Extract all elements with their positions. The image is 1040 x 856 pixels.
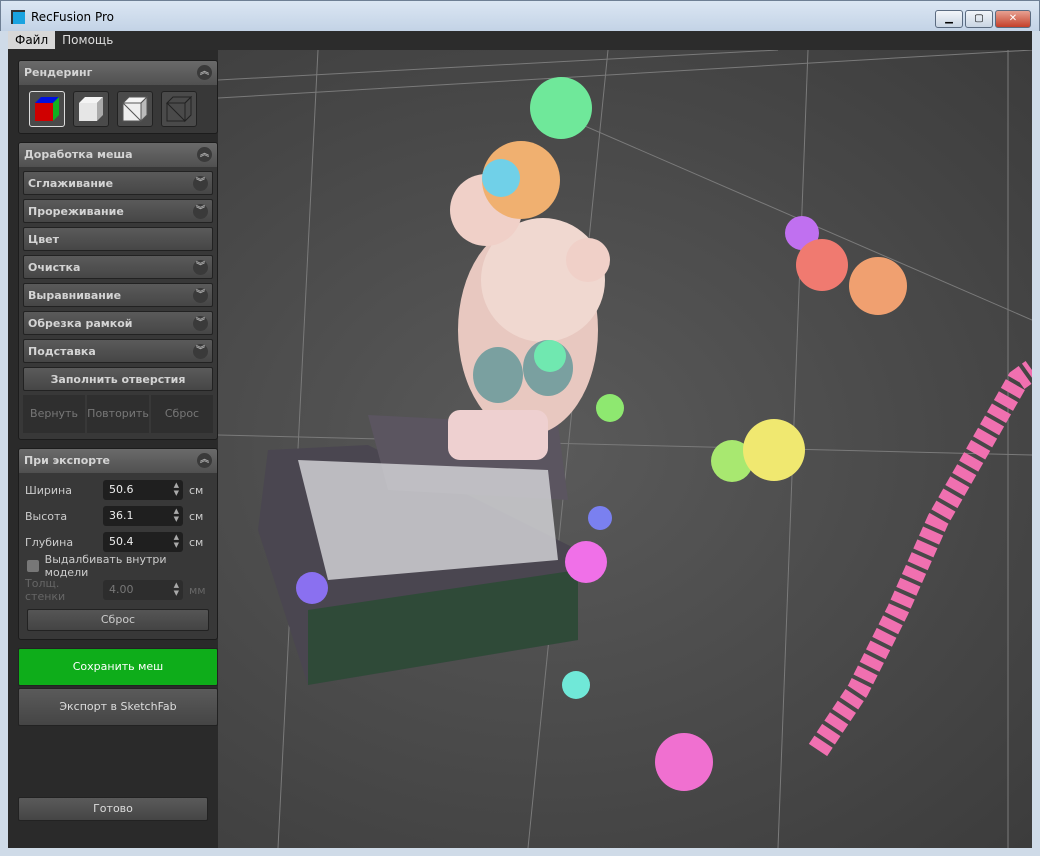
expand-icon[interactable]: ︾	[193, 344, 208, 359]
menu-file[interactable]: Файл	[8, 31, 56, 49]
collapse-icon[interactable]: ︽	[197, 147, 212, 162]
wire-cube-icon	[165, 95, 193, 123]
collapse-icon[interactable]: ︽	[197, 453, 212, 468]
width-label: Ширина	[25, 483, 72, 497]
rendering-panel: Рендеринг ︽	[18, 60, 218, 134]
pink-marker-strip	[808, 361, 1039, 757]
sketchfab-export-button[interactable]: Экспорт в SketchFab	[18, 688, 218, 726]
undo-button[interactable]: Вернуть	[23, 395, 85, 433]
render-wireframe-button[interactable]	[161, 91, 197, 127]
render-color-button[interactable]	[29, 91, 65, 127]
mesh-panel: Доработка меша ︽ Сглаживание ︾ Прореживани…	[18, 142, 218, 440]
wall-spinbox: 4.00 ▲ ▼	[103, 580, 183, 600]
color-cube-icon	[35, 97, 59, 121]
export-panel: При экспорте ︽ Ширина 50.6 ▲ ▼ см Высота 36.1 ▲…	[18, 448, 218, 640]
expand-icon[interactable]: ︾	[193, 260, 208, 275]
3d-viewport[interactable]	[217, 49, 1039, 849]
height-label: Высота	[25, 509, 68, 523]
width-unit: см	[189, 483, 204, 497]
depth-spinbox[interactable]: 50.4 ▲ ▼	[103, 532, 183, 552]
mesh-item-smoothing[interactable]: Сглаживание ︾	[23, 171, 213, 195]
render-wireframe-solid-button[interactable]	[117, 91, 153, 127]
left-panel: Рендеринг ︽ Доработка меша ︽ Сглаживание ︾ …	[18, 60, 218, 728]
fill-holes-button[interactable]: Заполнить отверстия	[23, 367, 213, 391]
expand-icon[interactable]: ︾	[193, 204, 208, 219]
collapse-icon[interactable]: ︽	[197, 65, 212, 80]
mesh-item-cleanup[interactable]: Очистка ︾	[23, 255, 213, 279]
window-title: RecFusion Pro	[31, 10, 115, 24]
mesh-item-alignment[interactable]: Выравнивание ︾	[23, 283, 213, 307]
mesh-item-decimation[interactable]: Прореживание ︾	[23, 199, 213, 223]
menu-help[interactable]: Помощь	[55, 31, 120, 49]
app-icon	[11, 10, 25, 24]
rendering-title: Рендеринг	[24, 66, 93, 79]
close-button[interactable]: ✕	[995, 10, 1031, 28]
width-spinbox[interactable]: 50.6 ▲ ▼	[103, 480, 183, 500]
save-mesh-button[interactable]: Сохранить меш	[18, 648, 218, 686]
scene	[217, 49, 1039, 849]
height-unit: см	[189, 509, 204, 523]
wire-solid-cube-icon	[121, 95, 149, 123]
solid-cube-icon	[79, 97, 103, 121]
depth-label: Глубина	[25, 535, 74, 549]
mesh-reset-button[interactable]: Сброс	[151, 395, 213, 433]
mesh-item-color[interactable]: Цвет	[23, 227, 213, 251]
expand-icon[interactable]: ︾	[193, 176, 208, 191]
done-button[interactable]: Готово	[18, 797, 208, 821]
hollow-checkbox[interactable]: Выдалбивать внутри модели	[19, 553, 217, 579]
maximize-button[interactable]: ▢	[965, 10, 993, 28]
mesh-title: Доработка меша	[24, 148, 133, 161]
minimize-button[interactable]: ▁	[935, 10, 963, 28]
checkbox-icon[interactable]	[27, 560, 39, 572]
mesh-item-box-crop[interactable]: Обрезка рамкой ︾	[23, 311, 213, 335]
render-solid-button[interactable]	[73, 91, 109, 127]
menu-bar: Файл Помощь	[8, 31, 1032, 50]
export-title: При экспорте	[24, 454, 110, 467]
height-spinbox[interactable]: 36.1 ▲ ▼	[103, 506, 183, 526]
depth-unit: см	[189, 535, 204, 549]
expand-icon[interactable]: ︾	[193, 316, 208, 331]
title-bar: RecFusion Pro ▁ ▢ ✕	[0, 0, 1040, 31]
export-reset-button[interactable]: Сброс	[27, 609, 209, 631]
redo-button[interactable]: Повторить	[87, 395, 149, 433]
expand-icon[interactable]: ︾	[193, 288, 208, 303]
mesh-item-stand[interactable]: Подставка ︾	[23, 339, 213, 363]
wall-label: Толщ. стенки	[25, 577, 66, 603]
wall-unit: мм	[189, 583, 206, 597]
